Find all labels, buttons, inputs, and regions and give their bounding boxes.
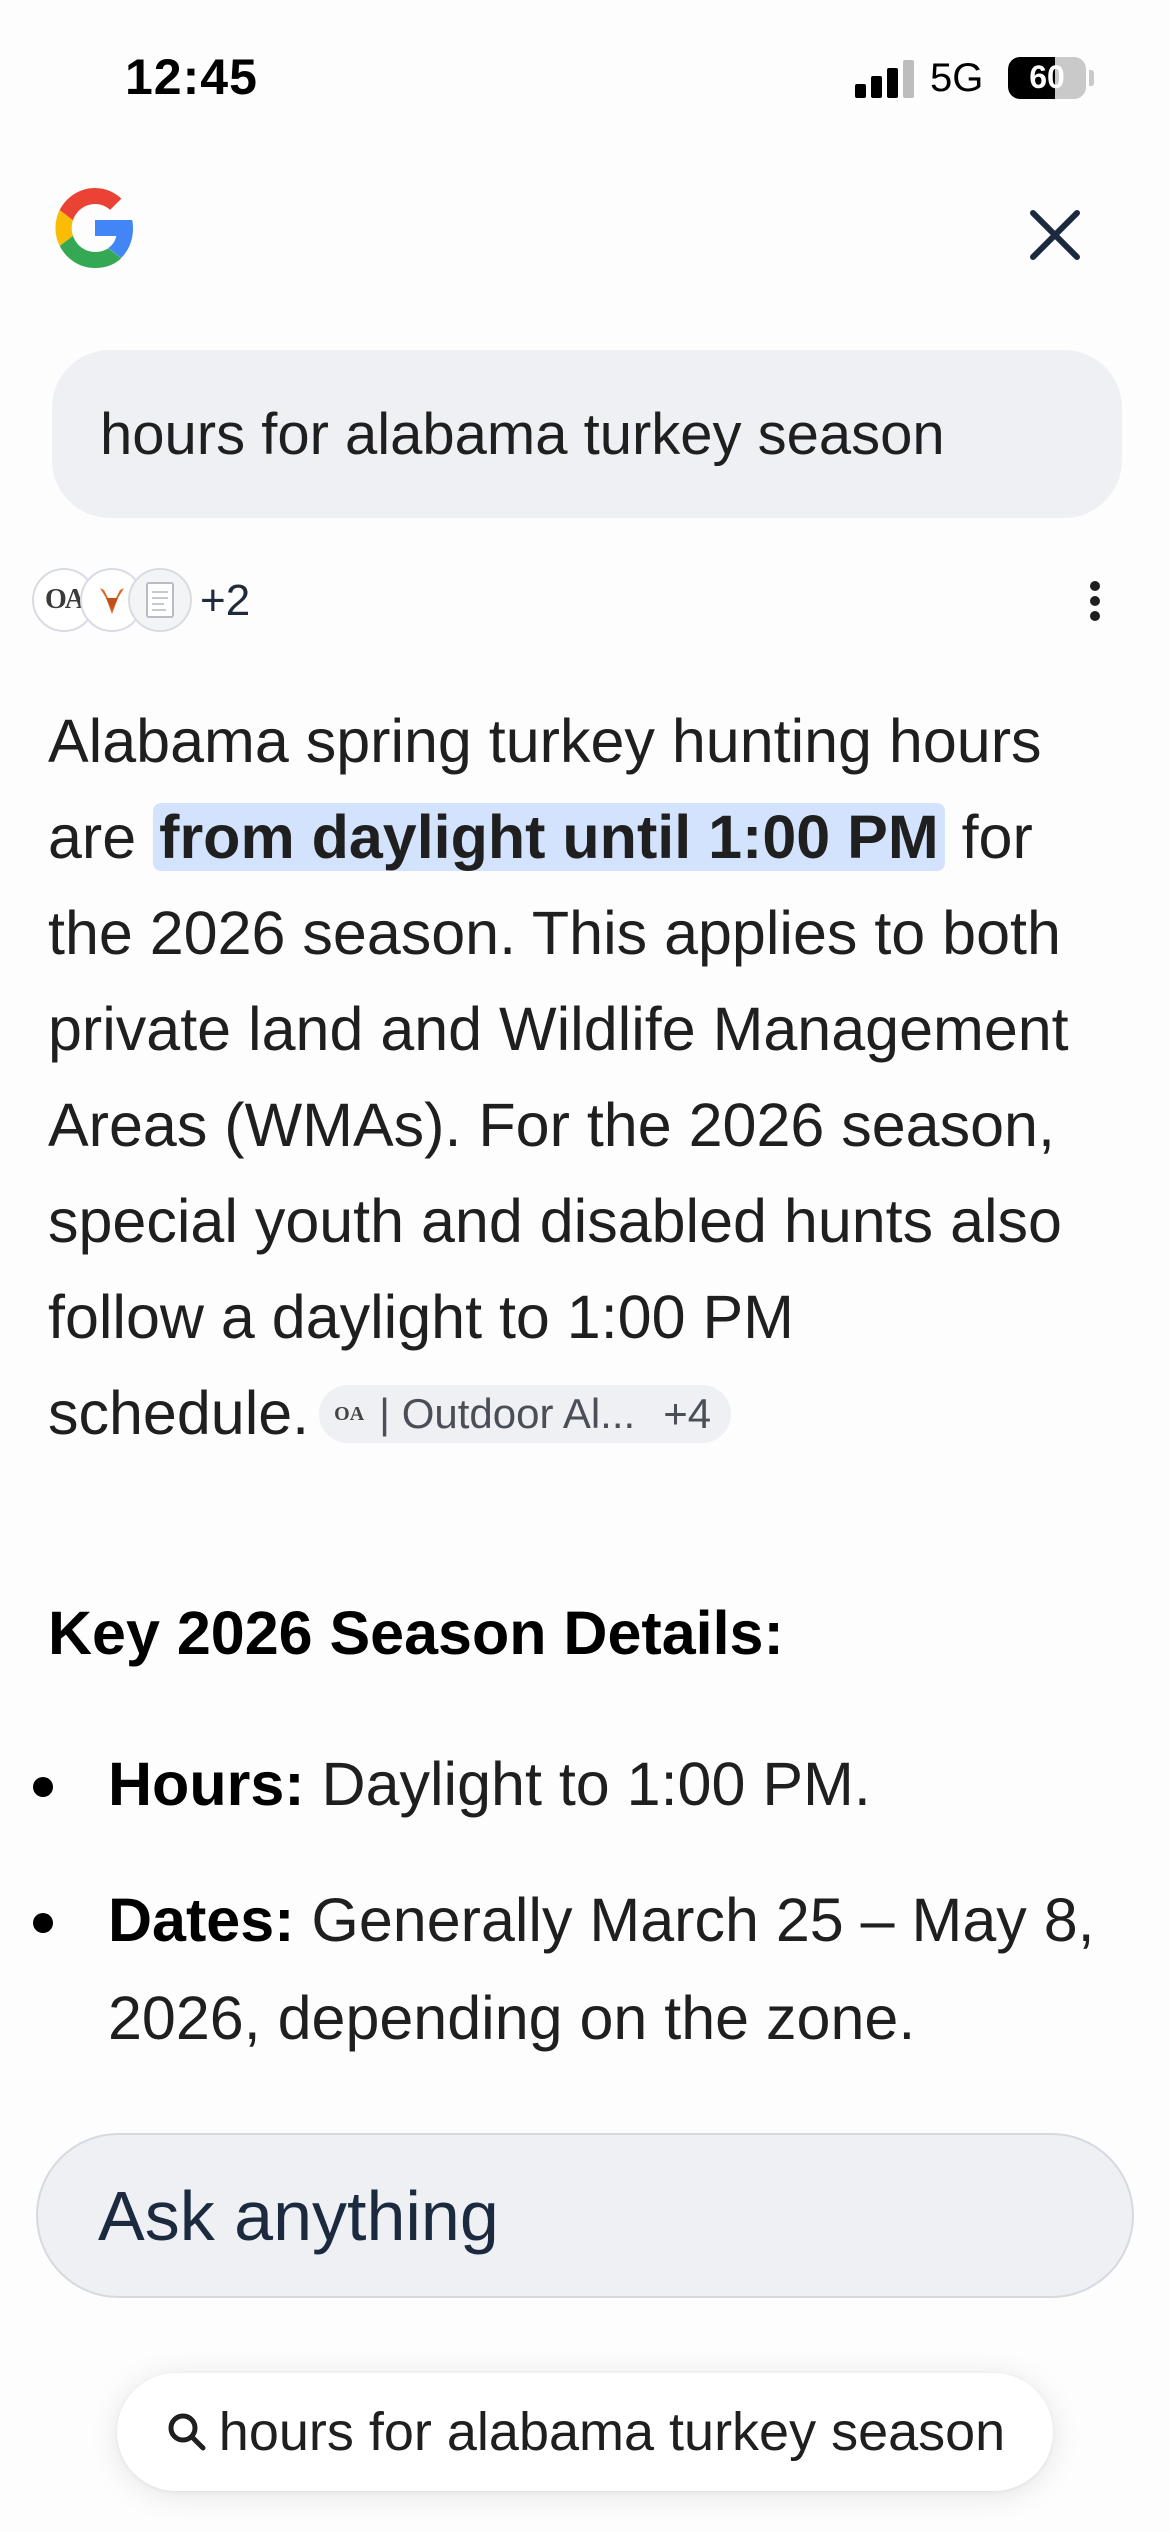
search-chip-text: hours for alabama turkey season	[218, 2402, 1006, 2462]
answer-text-2: for the 2026 season. This applies to bot…	[48, 803, 1069, 1351]
answer-text-3: schedule.	[48, 1379, 310, 1447]
bullet-label: Hours:	[108, 1750, 305, 1818]
bullet-icon	[33, 1777, 53, 1797]
status-bar: 12:45 5G 60	[0, 0, 1170, 150]
search-icon	[168, 2413, 206, 2451]
citation-label: | Outdoor Al...	[379, 1389, 636, 1437]
battery-level: 60	[1029, 59, 1065, 95]
close-button[interactable]	[1025, 205, 1085, 265]
app-screen: 12:45 5G 60 hours for alabama turkey sea…	[0, 0, 1170, 2532]
sources-count: +2	[200, 576, 251, 625]
citation-chip[interactable]: OA | Outdoor Al... +4	[319, 1384, 732, 1443]
google-g-icon	[45, 178, 145, 278]
answer-highlight: from daylight until 1:00 PM	[153, 803, 945, 871]
query-bubble: hours for alabama turkey season	[52, 350, 1122, 518]
bullet-icon	[33, 1913, 53, 1933]
outdoor-alabama-citation-icon: OA	[334, 1402, 365, 1425]
status-time: 12:45	[125, 49, 258, 105]
list-item: Dates: Generally March 25 – May 8, 2026,…	[0, 1871, 1170, 2067]
cellular-signal-icon	[855, 58, 915, 98]
close-icon	[1030, 210, 1080, 260]
answer-highlight-bold: daylight until 1:00 PM	[311, 803, 939, 871]
answer-highlight-normal: from	[159, 803, 312, 871]
more-options-button[interactable]	[1080, 575, 1110, 627]
bullet-label: Dates:	[108, 1886, 295, 1954]
citation-count: +4	[663, 1389, 712, 1437]
key-details-list: Hours: Daylight to 1:00 PM. Dates: Gener…	[0, 1735, 1170, 2105]
network-type: 5G	[930, 56, 984, 100]
document-icon	[128, 568, 192, 632]
search-query-chip[interactable]: hours for alabama turkey season	[117, 2373, 1053, 2491]
key-details-heading: Key 2026 Season Details:	[48, 1599, 784, 1667]
ai-answer-paragraph: Alabama spring turkey hunting hours are …	[48, 693, 1133, 1461]
battery-icon: 60	[1008, 57, 1086, 99]
bullet-text: Daylight to 1:00 PM.	[304, 1750, 871, 1818]
ask-anything-input[interactable]: Ask anything	[36, 2133, 1134, 2298]
more-options-icon	[1090, 581, 1100, 591]
battery-cap	[1089, 70, 1094, 86]
list-item: Hours: Daylight to 1:00 PM.	[0, 1735, 1170, 1833]
